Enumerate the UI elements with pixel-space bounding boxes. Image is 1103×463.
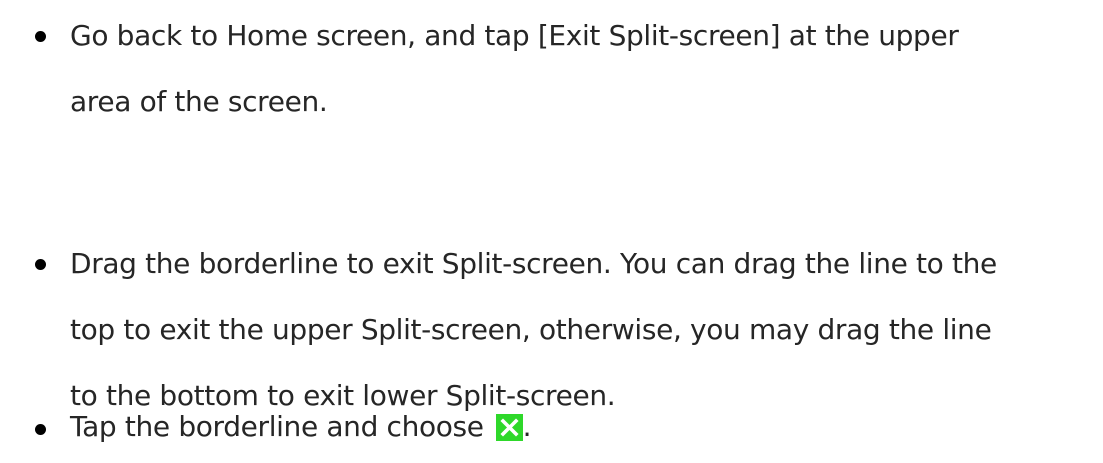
trailing-period: . xyxy=(522,410,532,443)
text-line: area of the screen. xyxy=(70,85,328,118)
instruction-document: Go back to Home screen, and tap [Exit Sp… xyxy=(0,0,1103,463)
text-line-content: Tap the borderline and choose xyxy=(70,410,484,443)
bullet-dot-icon xyxy=(35,259,46,270)
text-line: Tap the borderline and choose. xyxy=(70,391,1103,463)
text-line: Go back to Home screen, and tap [Exit Sp… xyxy=(70,19,959,52)
text-line: Drag the borderline to exit Split-screen… xyxy=(70,247,997,280)
bullet-dot-icon xyxy=(35,424,46,435)
bullet-dot-icon xyxy=(35,31,46,42)
text-line: top to exit the upper Split-screen, othe… xyxy=(70,313,992,346)
close-icon xyxy=(495,414,523,441)
list-item: Go back to Home screen, and tap [Exit Sp… xyxy=(0,3,1103,135)
list-item: Tap the borderline and choose. xyxy=(0,391,1103,463)
